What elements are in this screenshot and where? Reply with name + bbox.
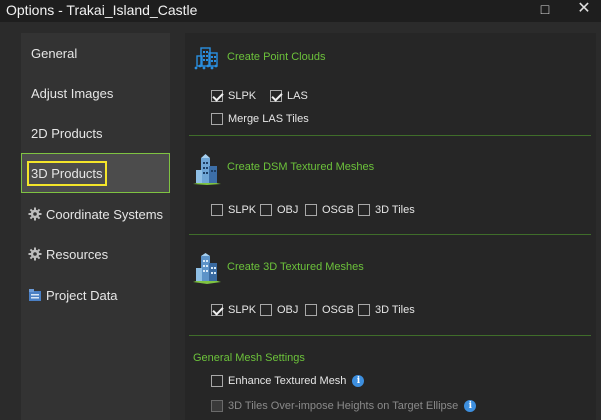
sidebar-item-label: General (31, 45, 78, 61)
checkbox-label: OBJ (277, 304, 299, 316)
checkbox-box[interactable] (260, 304, 272, 316)
checkbox-label: LAS (287, 90, 308, 102)
checkbox-dsm-osgb[interactable]: OSGB (305, 204, 354, 216)
checkbox-box[interactable] (211, 304, 223, 316)
info-icon[interactable]: i (352, 375, 365, 387)
checkbox-dsm-3d-tiles[interactable]: 3D Tiles (358, 204, 415, 216)
checkbox-label: SLPK (228, 304, 257, 316)
sidebar-item-project-data[interactable]: Project Data (21, 276, 170, 314)
checkbox-label: 3D Tiles (375, 204, 415, 216)
sidebar-item-label: Project Data (46, 287, 118, 303)
checkbox-3d-tiles-over-impose: 3D Tiles Over-impose Heights on Target E… (211, 400, 477, 412)
maximize-icon[interactable]: □ (531, 0, 559, 20)
sidebar-item-label: 3D Products (27, 160, 107, 186)
checkbox-label: 3D Tiles Over-impose Heights on Target E… (228, 400, 459, 412)
checkbox-pc-las[interactable]: LAS (270, 90, 308, 102)
checkbox-box[interactable] (305, 204, 317, 216)
checkbox-box[interactable] (270, 90, 282, 102)
sidebar-item-3d-products[interactable]: 3D Products (21, 153, 170, 193)
checkbox-label: SLPK (228, 204, 257, 216)
section-title-3d-meshes: Create 3D Textured Meshes (227, 261, 364, 273)
section-divider (189, 234, 591, 235)
gear-icon (28, 207, 42, 221)
sidebar-item-resources[interactable]: Resources (21, 235, 170, 273)
sidebar-item-label: Resources (46, 246, 109, 262)
checkbox-box[interactable] (211, 375, 223, 387)
section-title-dsm-meshes: Create DSM Textured Meshes (227, 161, 375, 173)
checkbox-enhance-textured-mesh[interactable]: Enhance Textured Mesh i (211, 375, 365, 387)
section-title-general-mesh: General Mesh Settings (193, 352, 305, 364)
section-divider (189, 135, 591, 136)
sidebar-item-adjust-images[interactable]: Adjust Images (21, 74, 170, 112)
checkbox-3d-osgb[interactable]: OSGB (305, 304, 354, 316)
checkbox-box[interactable] (358, 204, 370, 216)
checkbox-label: OSGB (322, 204, 354, 216)
sidebar-item-general[interactable]: General (21, 34, 170, 72)
sidebar-item-coordinate-systems[interactable]: Coordinate Systems (21, 195, 170, 233)
checkbox-box[interactable] (211, 204, 223, 216)
checkbox-label: 3D Tiles (375, 304, 415, 316)
checkbox-box (211, 400, 223, 412)
sidebar-item-label: Coordinate Systems (46, 206, 164, 222)
checkbox-box[interactable] (211, 90, 223, 102)
checkbox-dsm-obj[interactable]: OBJ (260, 204, 298, 216)
checkbox-label: Enhance Textured Mesh (228, 375, 347, 387)
checkbox-3d-3d-tiles[interactable]: 3D Tiles (358, 304, 415, 316)
sidebar-item-2d-products[interactable]: 2D Products (21, 114, 170, 152)
checkbox-label: SLPK (228, 90, 257, 102)
dsm-mesh-icon (192, 154, 222, 191)
checkbox-3d-obj[interactable]: OBJ (260, 304, 298, 316)
section-divider (189, 335, 591, 336)
checkbox-box[interactable] (358, 304, 370, 316)
point-cloud-icon (192, 42, 222, 77)
checkbox-merge-las-tiles[interactable]: Merge LAS Tiles (211, 113, 309, 125)
window-title: Options - Trakai_Island_Castle (6, 2, 198, 18)
checkbox-label: Merge LAS Tiles (228, 113, 309, 125)
checkbox-label: OSGB (322, 304, 354, 316)
checkbox-label: OBJ (277, 204, 299, 216)
checkbox-dsm-slpk[interactable]: SLPK (211, 204, 256, 216)
info-icon[interactable]: i (464, 400, 477, 412)
checkbox-box[interactable] (305, 304, 317, 316)
close-icon[interactable]: ✕ (570, 0, 598, 20)
title-bar: Options - Trakai_Island_Castle □ ✕ (0, 0, 601, 22)
sidebar-item-label: Adjust Images (31, 85, 114, 101)
section-title-point-clouds: Create Point Clouds (227, 51, 326, 63)
checkbox-box[interactable] (260, 204, 272, 216)
checkbox-pc-slpk[interactable]: SLPK (211, 90, 256, 102)
sidebar-item-label: 2D Products (31, 125, 103, 141)
sidebar: General Adjust Images 2D Products 3D Pro… (21, 33, 170, 420)
gear-icon (28, 247, 42, 261)
project-data-icon (28, 288, 42, 302)
checkbox-box[interactable] (211, 113, 223, 125)
3d-mesh-icon (192, 253, 222, 290)
checkbox-3d-slpk[interactable]: SLPK (211, 304, 256, 316)
